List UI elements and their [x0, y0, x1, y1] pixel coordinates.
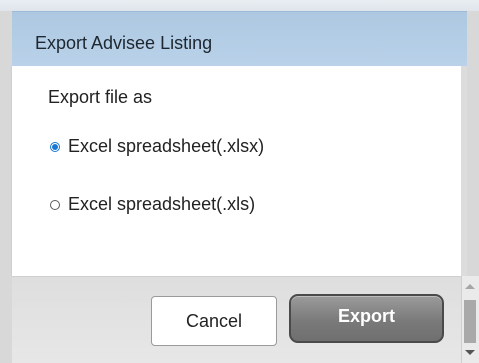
option-xls[interactable]: Excel spreadsheet(.xls): [50, 194, 255, 215]
export-prompt: Export file as: [48, 87, 153, 107]
dialog-footer: Cancel Export: [12, 276, 461, 363]
scroll-up-arrow-icon[interactable]: [465, 284, 475, 289]
option-xlsx[interactable]: Excel spreadsheet(.xlsx): [50, 136, 264, 157]
cancel-button[interactable]: Cancel: [151, 296, 277, 346]
option-xlsx-label: Excel spreadsheet(.xlsx): [68, 136, 265, 156]
export-button[interactable]: Export: [289, 294, 444, 343]
scroll-down-arrow-icon[interactable]: [465, 350, 475, 355]
scroll-thumb[interactable]: [464, 300, 476, 343]
dialog-title-bar: Export Advisee Listing: [12, 11, 467, 66]
export-button-label: Export: [337, 305, 395, 326]
footer-scrollbar[interactable]: [461, 276, 479, 363]
radio-unselected-icon[interactable]: [50, 199, 60, 210]
cancel-button-label: Cancel: [185, 310, 243, 331]
radio-selected-icon[interactable]: [50, 141, 60, 152]
dialog-top-strip: [0, 0, 479, 11]
dialog-content: Export file as Excel spreadsheet(.xlsx) …: [12, 66, 461, 276]
dialog-title: Export Advisee Listing: [35, 33, 213, 53]
export-dialog: Export Advisee Listing Export file as Ex…: [0, 0, 479, 363]
option-xls-label: Excel spreadsheet(.xls): [68, 194, 256, 214]
